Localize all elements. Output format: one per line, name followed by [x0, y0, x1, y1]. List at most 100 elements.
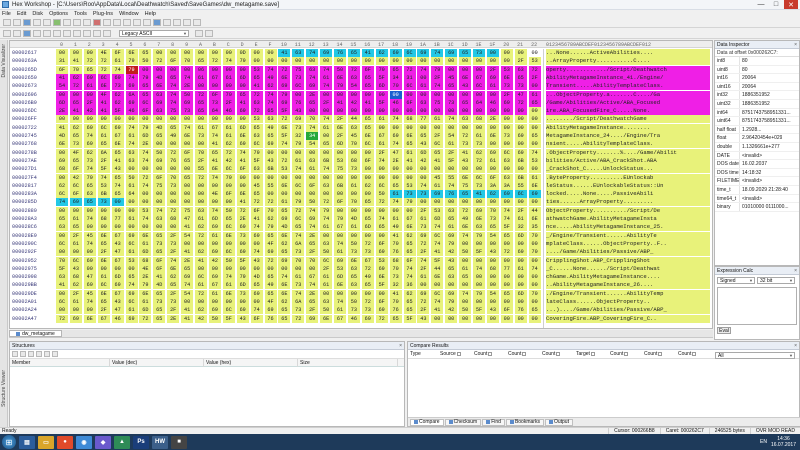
toolbar-button[interactable] [143, 19, 151, 26]
hex-byte[interactable]: 65 [389, 314, 402, 323]
hex-byte[interactable]: 6E [111, 140, 124, 149]
hex-byte[interactable]: 72 [320, 198, 333, 207]
hex-byte[interactable]: 74 [181, 281, 194, 290]
hex-byte[interactable]: 65 [278, 248, 291, 257]
hex-byte[interactable]: 2F [417, 248, 430, 257]
start-button[interactable]: ⊞ [2, 435, 16, 449]
hex-byte[interactable]: 61 [222, 123, 235, 132]
hex-byte[interactable]: 0D [236, 49, 249, 57]
hex-byte[interactable]: 00 [222, 298, 235, 306]
hex-byte[interactable]: 50 [139, 57, 152, 66]
hex-byte[interactable]: 2F [69, 289, 82, 298]
hex-byte[interactable]: 00 [69, 248, 82, 257]
hex-byte[interactable]: 65 [528, 98, 541, 107]
hex-byte[interactable]: 2E [389, 156, 402, 165]
hex-byte[interactable]: 61 [69, 239, 82, 248]
hex-byte[interactable]: 00 [195, 298, 207, 306]
hex-byte[interactable]: 42 [208, 256, 221, 265]
hex-byte[interactable]: 2E [167, 314, 180, 323]
hex-byte[interactable]: 00 [292, 190, 305, 199]
hex-byte[interactable]: 69 [264, 306, 277, 315]
hex-byte[interactable]: 00 [361, 190, 374, 199]
hex-byte[interactable]: 73 [417, 223, 430, 232]
inspector-row[interactable]: int8 80 [715, 57, 799, 66]
hex-byte[interactable]: 00 [306, 264, 319, 273]
hex-row[interactable]: 00002673 54 72 61 6E 73 69 65 6E 74 2E 00 00 00 00 41 62… [10, 82, 712, 91]
hex-byte[interactable]: 65 [306, 239, 319, 248]
hex-byte[interactable]: 00 [514, 273, 527, 282]
ascii-text[interactable]: mplateClass......ObjectProperty..F.. [546, 239, 710, 248]
hex-byte[interactable]: 4F [264, 239, 277, 248]
toolbar-button[interactable] [83, 19, 91, 26]
hex-byte[interactable]: 72 [97, 57, 110, 66]
hex-byte[interactable]: 74 [403, 273, 416, 282]
hex-byte[interactable]: 00 [361, 206, 374, 215]
hex-byte[interactable]: 61 [320, 223, 333, 232]
hex-byte[interactable]: 69 [306, 82, 319, 91]
toolbar-button[interactable] [13, 30, 21, 37]
hex-byte[interactable]: 00 [514, 198, 527, 207]
hex-byte[interactable]: 67 [111, 132, 124, 140]
hex-byte[interactable]: 73 [292, 123, 305, 132]
hex-byte[interactable]: 00 [445, 314, 458, 323]
ascii-text[interactable]: bilities/Active/ABA_CrackShot.ABA [546, 156, 710, 165]
hex-byte[interactable]: 4D [250, 273, 263, 282]
hex-byte[interactable]: 72 [361, 239, 374, 248]
hex-byte[interactable]: 45 [445, 73, 458, 82]
ascii-text[interactable]: ...)..../Game/Abilities/Passive/ABP_ [546, 306, 710, 315]
hex-byte[interactable]: 6E [153, 82, 166, 91]
hex-byte[interactable]: 00 [431, 90, 444, 99]
hex-byte[interactable]: 00 [208, 198, 221, 207]
hex-byte[interactable]: 65 [181, 156, 194, 165]
hex-byte[interactable]: 00 [375, 231, 388, 240]
hex-byte[interactable]: 00 [236, 239, 249, 248]
inspector-row[interactable]: double 1.1326661e+277 [715, 142, 799, 152]
hex-byte[interactable]: 63 [320, 298, 333, 306]
hex-byte[interactable]: 00 [153, 165, 166, 174]
hex-byte[interactable]: 69 [278, 98, 291, 107]
hex-byte[interactable]: 34 [306, 132, 319, 140]
hex-byte[interactable]: 00 [445, 57, 458, 66]
hex-byte[interactable]: 61 [320, 281, 333, 290]
hex-byte[interactable]: 61 [125, 248, 138, 257]
hex-byte[interactable]: 61 [208, 231, 221, 240]
hex-byte[interactable]: 74 [222, 273, 235, 282]
hex-byte[interactable]: 42 [69, 173, 82, 182]
hex-byte[interactable]: 00 [473, 65, 485, 74]
hex-byte[interactable]: 55 [514, 181, 527, 190]
explorer-taskbar-icon[interactable]: ▤ [19, 435, 35, 449]
hex-byte[interactable]: 00 [361, 165, 374, 174]
inspector-row[interactable]: binary 01010000 0111000... [715, 203, 799, 212]
hex-byte[interactable]: 32 [389, 281, 402, 290]
toolbar-button[interactable] [113, 19, 121, 26]
hex-byte[interactable]: 74 [417, 256, 430, 265]
hex-byte[interactable]: 72 [153, 57, 166, 66]
hex-byte[interactable]: 00 [486, 281, 499, 290]
hex-byte[interactable]: 6F [250, 314, 263, 323]
hex-byte[interactable]: 72 [292, 206, 305, 215]
hex-byte[interactable]: 5F [375, 73, 388, 82]
hex-byte[interactable]: 74 [431, 239, 444, 248]
hex-byte[interactable]: 65 [264, 132, 277, 140]
hex-byte[interactable]: 74 [389, 140, 402, 149]
hex-byte[interactable]: 00 [514, 165, 527, 174]
hex-byte[interactable]: 65 [195, 57, 207, 66]
hex-byte[interactable]: 46 [111, 314, 124, 323]
hex-byte[interactable]: 34 [389, 73, 402, 82]
hex-byte[interactable]: 6D [236, 123, 249, 132]
hex-byte[interactable]: 00 [459, 123, 472, 132]
hex-byte[interactable]: 49 [389, 223, 402, 232]
hex-byte[interactable]: 76 [264, 314, 277, 323]
close-button[interactable]: ✕ [784, 0, 798, 9]
hex-byte[interactable]: 00 [125, 115, 138, 124]
hex-byte[interactable]: 69 [375, 306, 388, 315]
hex-byte[interactable]: 62 [278, 298, 291, 306]
hex-byte[interactable]: 00 [306, 148, 319, 157]
hex-byte[interactable]: 65 [403, 306, 416, 315]
hex-byte[interactable]: 43 [111, 165, 124, 174]
hex-byte[interactable]: 65 [445, 82, 458, 91]
hex-byte[interactable]: 62 [56, 181, 68, 190]
hex-byte[interactable]: 69 [69, 314, 82, 323]
toolbar-button[interactable] [43, 30, 51, 37]
hex-byte[interactable]: 00 [320, 132, 333, 140]
